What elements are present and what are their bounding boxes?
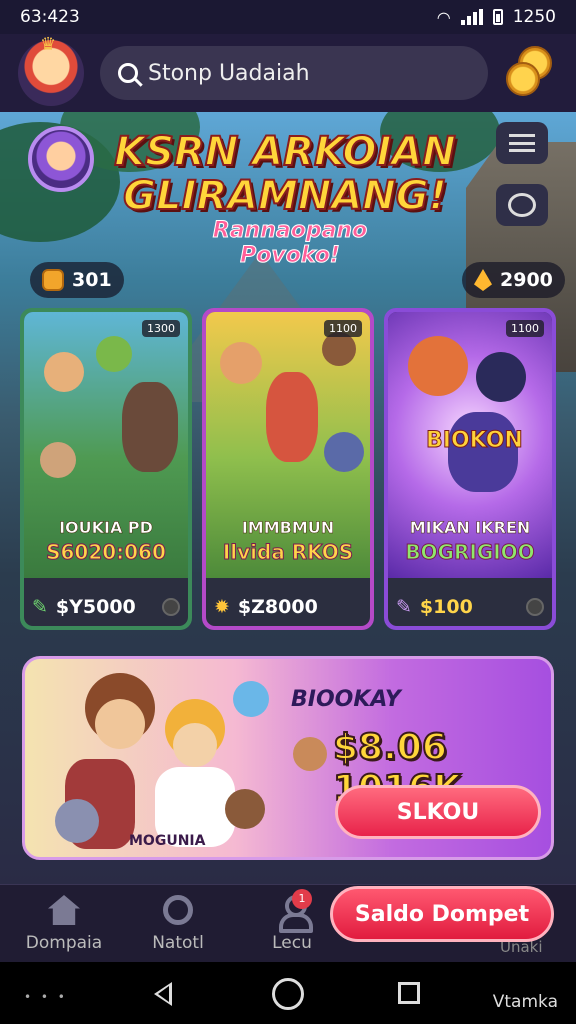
chat-icon	[163, 895, 193, 925]
card-footer: ✎ $100	[396, 592, 544, 622]
menu-icon	[509, 134, 535, 152]
card-brand: BIOKON	[426, 428, 524, 454]
status-time: 63:423	[20, 7, 80, 27]
search-bar[interactable]: Stonp Uadaiah	[100, 46, 488, 100]
camera-button[interactable]	[496, 184, 548, 226]
hero-subtitle: Rannaopano Povoko!	[212, 218, 368, 269]
recents-icon[interactable]	[398, 982, 420, 1004]
promo-banner[interactable]: BIOOKAY $8.06 1016K SLKOU MOGUNIA	[22, 656, 554, 860]
card-tag: 1100	[506, 320, 544, 337]
mascot-logo[interactable]	[18, 34, 84, 106]
nav-item-home[interactable]: Dompaia	[14, 895, 114, 953]
nav-label: Lecu	[272, 933, 312, 953]
home-icon	[48, 895, 80, 925]
card-price: $Z8000	[237, 596, 318, 618]
card-prize: BOGRIGIOO	[405, 540, 535, 565]
game-card[interactable]: 1300 IOUKIA PD S6020:060 ✎ $Y5000	[20, 308, 192, 630]
search-icon	[118, 63, 138, 83]
card-price: $Y5000	[55, 596, 136, 618]
wifi-icon: ◠	[436, 7, 451, 27]
battery-icon	[492, 9, 503, 25]
coin-bag-icon	[42, 269, 64, 291]
wallet-balance-button[interactable]: Saldo Dompet	[330, 886, 554, 942]
coin-counter: 301	[30, 262, 124, 298]
card-title: IOUKIA PD	[59, 518, 153, 538]
card-footer: ✹ $Z8000	[214, 592, 362, 622]
app-header: Stonp Uadaiah	[0, 34, 576, 112]
status-bar: 63:423 ◠ 1250	[0, 0, 576, 34]
card-title: MIKAN IKREN	[409, 518, 531, 538]
nav-item-profile[interactable]: 1 Lecu	[242, 889, 342, 953]
profile-avatar[interactable]	[28, 126, 94, 192]
status-clock: 1250	[512, 7, 556, 27]
card-title: IMMBMUN	[241, 518, 335, 538]
notification-badge: 1	[292, 889, 312, 909]
back-icon[interactable]	[154, 982, 172, 1006]
card-price: $100	[419, 596, 473, 618]
card-prize: S6020:060	[46, 540, 167, 565]
promo-caption: MOGUNIA	[129, 833, 206, 849]
flame-counter: 2900	[462, 262, 565, 298]
card-artwork	[24, 312, 188, 578]
card-option-button[interactable]	[526, 598, 544, 616]
edit-icon: ✎	[396, 596, 412, 618]
card-tag: 1100	[324, 320, 362, 337]
card-tag: 1300	[142, 320, 180, 337]
cat-icon	[233, 681, 269, 717]
dog-icon	[293, 737, 327, 771]
system-nav-bar: • • • Vtamka	[0, 962, 576, 1024]
sun-icon: ✹	[214, 596, 230, 618]
card-footer: ✎ $Y5000	[32, 592, 180, 622]
nav-label: Natotl	[152, 933, 204, 953]
signal-icon	[460, 9, 483, 25]
card-prize: Ilvida RKOS	[222, 540, 354, 565]
home-button-icon[interactable]	[272, 978, 304, 1010]
nav-label: Dompaia	[25, 933, 103, 953]
dots-icon: • • •	[24, 990, 68, 1004]
hero-title: KSRN ARKOIAN GLIRAMNANG!	[113, 129, 457, 219]
coin-icon[interactable]	[504, 46, 558, 100]
game-card[interactable]: BIOKON 1100 MIKAN IKREN BOGRIGIOO ✎ $100	[384, 308, 556, 630]
system-label: Vtamka	[492, 992, 558, 1012]
camera-icon	[508, 193, 536, 217]
edit-icon: ✎	[32, 596, 48, 618]
search-input[interactable]: Stonp Uadaiah	[148, 61, 310, 86]
flame-icon	[474, 269, 492, 291]
card-artwork: BIOKON	[388, 312, 552, 578]
game-card[interactable]: 1100 IMMBMUN Ilvida RKOS ✹ $Z8000	[202, 308, 374, 630]
menu-button[interactable]	[496, 122, 548, 164]
promo-brand: BIOOKAY	[291, 687, 401, 712]
nav-item-chat[interactable]: Natotl	[128, 895, 228, 953]
card-option-button[interactable]	[162, 598, 180, 616]
card-artwork	[206, 312, 370, 578]
promo-claim-button[interactable]: SLKOU	[335, 785, 541, 839]
